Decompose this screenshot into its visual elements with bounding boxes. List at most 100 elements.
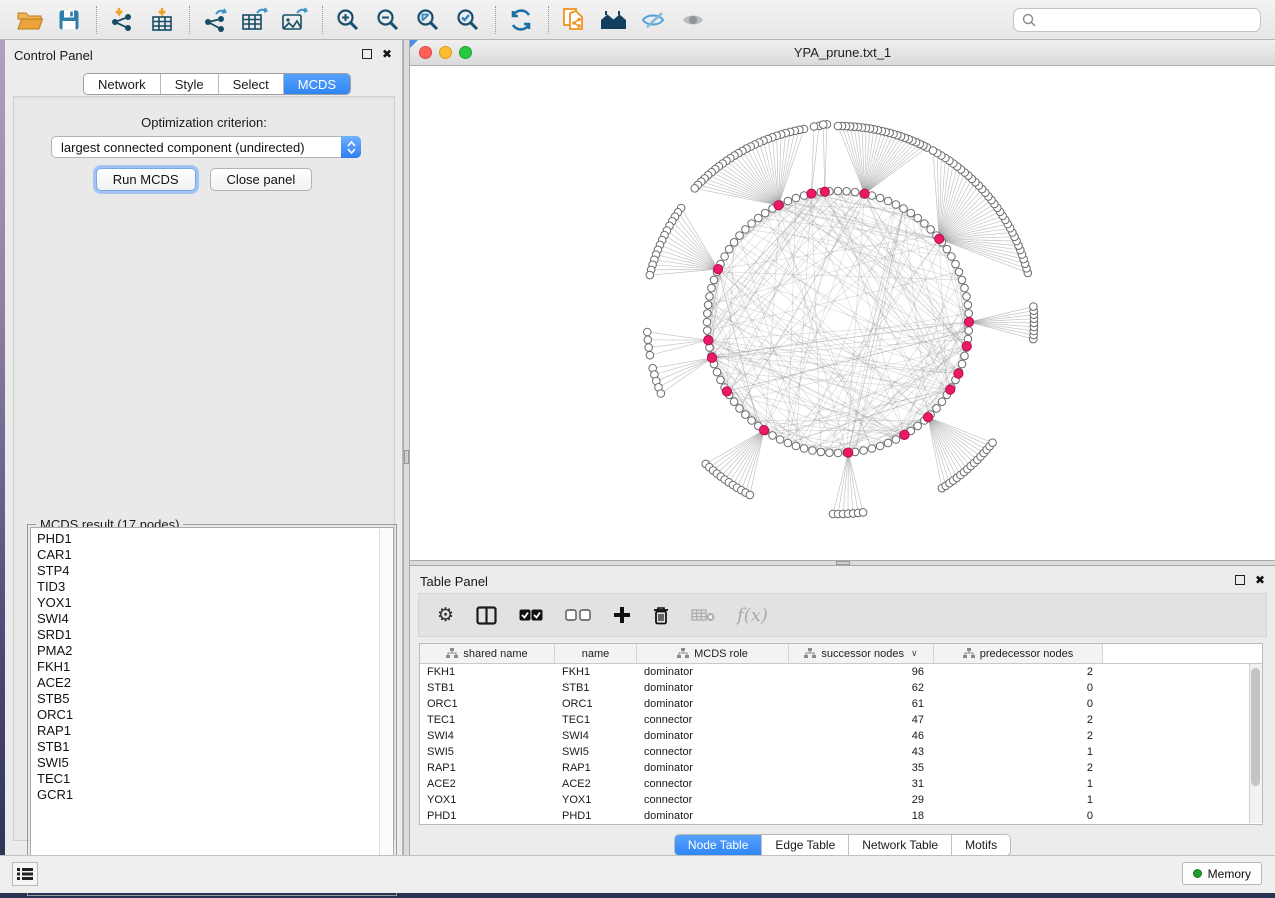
graph-node[interactable] [826,449,834,457]
graph-node[interactable] [933,405,941,413]
tab-motifs[interactable]: Motifs [952,835,1010,855]
graph-mcds-node[interactable] [722,387,731,396]
graph-node[interactable] [736,405,744,413]
mcds-result-item[interactable]: STB5 [37,691,393,707]
graph-node[interactable] [927,226,935,234]
import-network-icon[interactable] [105,4,139,36]
graph-node[interactable] [963,293,971,301]
network-graph-canvas[interactable] [410,66,1275,560]
criterion-dropdown[interactable]: largest connected component (undirected) [51,136,361,158]
graph-node[interactable] [730,398,738,406]
graph-node[interactable] [884,197,892,205]
mcds-result-item[interactable]: TID3 [37,579,393,595]
graph-mcds-node[interactable] [707,353,716,362]
tab-node-table[interactable]: Node Table [675,835,763,855]
mcds-result-item[interactable]: ACE2 [37,675,393,691]
mcds-result-item[interactable]: ORC1 [37,707,393,723]
tab-network[interactable]: Network [84,74,161,94]
table-row[interactable]: ORC1ORC1dominator610 [420,696,1262,712]
graph-node[interactable] [1030,303,1038,311]
graph-node[interactable] [961,284,969,292]
clone-network-icon[interactable] [557,4,591,36]
graph-node[interactable] [717,376,725,384]
graph-node[interactable] [646,271,654,279]
graph-node[interactable] [755,214,763,222]
import-table-icon[interactable] [145,4,179,36]
export-network-icon[interactable] [198,4,232,36]
table-row[interactable]: STB1STB1dominator620 [420,680,1262,696]
graph-node[interactable] [952,260,960,268]
column-header-predecessor-nodes[interactable]: predecessor nodes [934,644,1103,664]
graph-node[interactable] [907,209,915,217]
mcds-result-item[interactable]: SRD1 [37,627,393,643]
graph-mcds-node[interactable] [964,317,973,326]
mcds-result-item[interactable]: PHD1 [37,531,393,547]
vertical-splitter[interactable] [403,40,410,855]
mcds-result-item[interactable]: STB1 [37,739,393,755]
column-header-shared-name[interactable]: shared name [420,644,555,664]
graph-node[interactable] [965,310,973,318]
tab-mcds[interactable]: MCDS [284,74,350,94]
graph-node[interactable] [644,336,652,344]
graph-node[interactable] [644,328,652,336]
graph-node[interactable] [834,122,842,130]
graph-node[interactable] [958,276,966,284]
mcds-result-item[interactable]: CAR1 [37,547,393,563]
graph-node[interactable] [955,268,963,276]
graph-node[interactable] [809,447,817,455]
mcds-result-item[interactable]: PMA2 [37,643,393,659]
hide-selected-icon[interactable] [637,4,671,36]
graph-node[interactable] [868,445,876,453]
table-row[interactable]: YOX1YOX1connector291 [420,792,1262,808]
graph-node[interactable] [742,226,750,234]
column-header-successor-nodes[interactable]: successor nodes∨ [789,644,934,664]
save-session-icon[interactable] [52,4,86,36]
graph-node[interactable] [691,185,699,193]
graph-mcds-node[interactable] [820,187,829,196]
mcds-result-item[interactable]: YOX1 [37,595,393,611]
graph-mcds-node[interactable] [844,448,853,457]
graph-node[interactable] [784,197,792,205]
zoom-in-icon[interactable] [331,4,365,36]
graph-node[interactable] [657,390,665,398]
memory-button[interactable]: Memory [1182,862,1262,885]
tab-select[interactable]: Select [219,74,284,94]
graph-node[interactable] [921,220,929,228]
graph-mcds-node[interactable] [860,189,869,198]
open-session-icon[interactable] [12,4,46,36]
first-neighbors-icon[interactable] [597,4,631,36]
graph-mcds-node[interactable] [759,426,768,435]
close-panel-button[interactable]: Close panel [210,168,313,191]
list-scrollbar[interactable] [379,529,392,891]
table-row[interactable]: RAP1RAP1dominator352 [420,760,1262,776]
table-row[interactable]: SWI5SWI5connector431 [420,744,1262,760]
graph-node[interactable] [704,301,712,309]
graph-mcds-node[interactable] [704,336,713,345]
mcds-result-item[interactable]: SWI4 [37,611,393,627]
splitter-handle[interactable] [404,450,409,464]
graph-mcds-node[interactable] [807,189,816,198]
graph-node[interactable] [851,188,859,196]
mcds-result-item[interactable]: SWI5 [37,755,393,771]
zoom-out-icon[interactable] [371,4,405,36]
graph-node[interactable] [748,417,756,425]
table-row[interactable]: TEC1TEC1connector472 [420,712,1262,728]
graph-node[interactable] [736,232,744,240]
mcds-result-item[interactable]: FKH1 [37,659,393,675]
graph-node[interactable] [800,445,808,453]
graph-node[interactable] [859,509,867,517]
add-column-icon[interactable] [613,606,631,624]
close-panel-icon[interactable]: ✖ [1255,574,1265,586]
graph-node[interactable] [721,253,729,261]
table-row[interactable]: PHD1PHD1dominator180 [420,808,1262,824]
tab-style[interactable]: Style [161,74,219,94]
graph-node[interactable] [704,310,712,318]
show-all-icon[interactable] [677,4,711,36]
zoom-fit-icon[interactable] [411,4,445,36]
graph-node[interactable] [965,327,973,335]
graph-node[interactable] [748,220,756,228]
graph-node[interactable] [843,188,851,196]
graph-node[interactable] [929,147,937,155]
deselect-all-rows-icon[interactable] [565,609,591,621]
graph-node[interactable] [819,121,827,129]
